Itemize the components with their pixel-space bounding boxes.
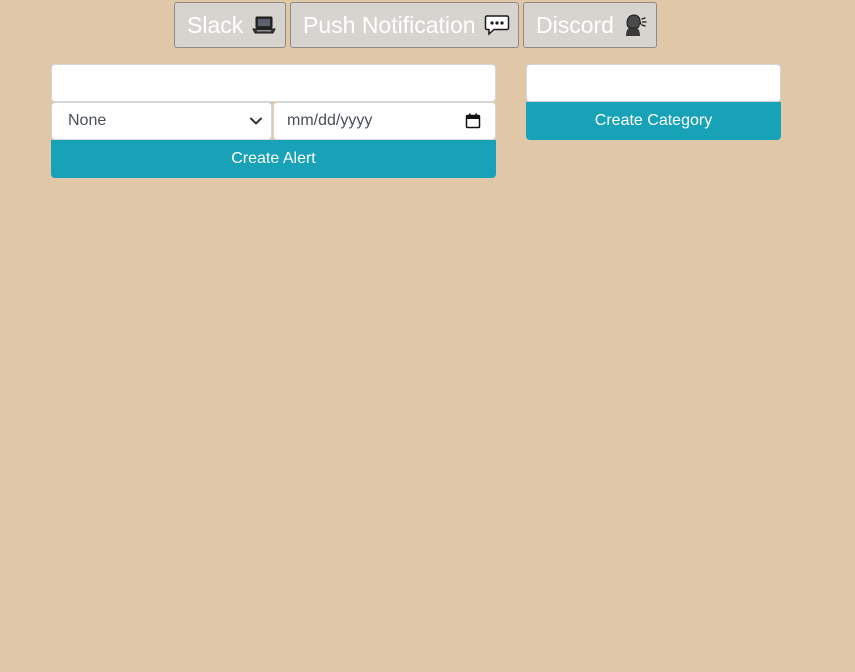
slack-button-label: Slack — [187, 11, 244, 38]
alert-date-placeholder: mm/dd/yyyy — [287, 112, 373, 129]
create-alert-button[interactable]: Create Alert — [51, 140, 496, 178]
speaking-head-icon — [622, 12, 648, 38]
speech-bubble-icon — [484, 12, 510, 38]
push-notification-button[interactable]: Push Notification — [290, 2, 519, 48]
calendar-icon[interactable] — [465, 113, 481, 129]
alert-category-select[interactable]: None — [51, 102, 272, 140]
alert-category-select-value: None — [68, 112, 107, 129]
create-category-button[interactable]: Create Category — [526, 102, 781, 140]
discord-button-label: Discord — [536, 11, 614, 38]
discord-button[interactable]: Discord — [523, 2, 657, 48]
chevron-down-icon — [245, 110, 267, 132]
push-notification-button-label: Push Notification — [303, 11, 476, 38]
slack-button[interactable]: Slack — [174, 2, 286, 48]
laptop-icon — [251, 12, 277, 38]
category-name-input[interactable] — [526, 64, 781, 102]
alert-date-input[interactable]: mm/dd/yyyy — [273, 102, 496, 140]
alert-text-input[interactable] — [51, 64, 496, 102]
